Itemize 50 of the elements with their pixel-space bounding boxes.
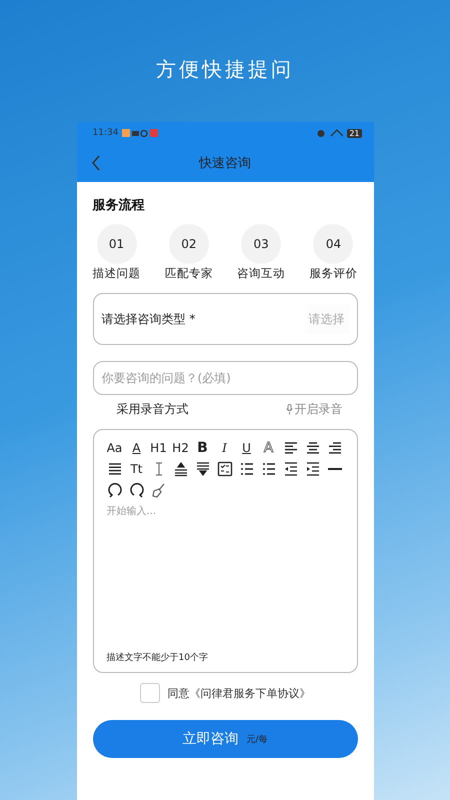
outdent-icon[interactable] [282, 461, 298, 477]
step-label: 描述问题 [92, 266, 140, 281]
list-icon[interactable] [260, 461, 276, 477]
record-button[interactable]: 开启录音 [286, 399, 342, 420]
format-button[interactable]: A [128, 440, 144, 456]
rich-text-editor[interactable]: Aa A H1 H2 B I U A Tt 开始输入... 描述文字不能少于10个字 [92, 429, 358, 673]
step-number: 02 [168, 224, 209, 264]
format-button[interactable]: Aa [106, 440, 122, 456]
section-title: 服务流程 [92, 196, 146, 214]
step-label: 咨询互动 [237, 266, 286, 281]
spacing-icon[interactable] [172, 461, 188, 477]
battery-level: 21 [347, 128, 362, 138]
redo-icon[interactable] [128, 482, 144, 498]
align-right-icon[interactable] [326, 440, 342, 456]
status-time: 11:34 [92, 128, 118, 138]
agreement-checkbox[interactable] [140, 683, 160, 703]
voice-option-label: 采用录音方式 [116, 401, 188, 418]
signal-icons [317, 128, 344, 138]
bulleted-list-icon[interactable] [238, 461, 254, 477]
align-justify-icon[interactable] [106, 461, 122, 477]
undo-icon[interactable] [106, 482, 122, 498]
notification-icons [122, 128, 158, 138]
align-left-icon[interactable] [282, 440, 298, 456]
format-button[interactable]: H2 [172, 440, 188, 456]
format-button[interactable]: B [194, 440, 210, 456]
align-center-icon[interactable] [304, 440, 320, 456]
back-icon[interactable] [90, 155, 100, 171]
broom-icon[interactable] [150, 482, 166, 498]
field-label: 请选择咨询类型 * [102, 310, 196, 328]
format-button[interactable]: H1 [150, 440, 166, 456]
headline: 方便快捷提问 [156, 56, 294, 83]
consult-now-button[interactable]: 立即咨询 元/每 [92, 720, 358, 758]
format-button[interactable]: U [238, 440, 254, 456]
agreement-text[interactable]: 同意《问律君服务下单协议》 [168, 686, 310, 700]
editor-placeholder: 开始输入... [106, 504, 158, 518]
spacing-icon[interactable] [194, 461, 210, 477]
step-label: 匹配专家 [164, 266, 213, 281]
step-label: 服务评价 [309, 266, 358, 281]
format-button[interactable]: I [216, 440, 232, 456]
microphone-icon [286, 404, 292, 415]
step-number: 01 [96, 224, 136, 264]
question-input-field[interactable]: 你要咨询的问题？(必填) [92, 361, 358, 395]
screen-title: 快速咨询 [199, 155, 251, 172]
step-number: 03 [241, 224, 282, 264]
length-hint: 描述文字不能少于10个字 [106, 652, 209, 664]
checklist-icon[interactable] [216, 461, 232, 477]
indent-icon[interactable] [304, 461, 320, 477]
step-number: 04 [313, 224, 354, 264]
format-button[interactable]: Tt [128, 461, 144, 477]
type-select-field[interactable]: 请选择咨询类型 * 请选择 [92, 293, 358, 345]
